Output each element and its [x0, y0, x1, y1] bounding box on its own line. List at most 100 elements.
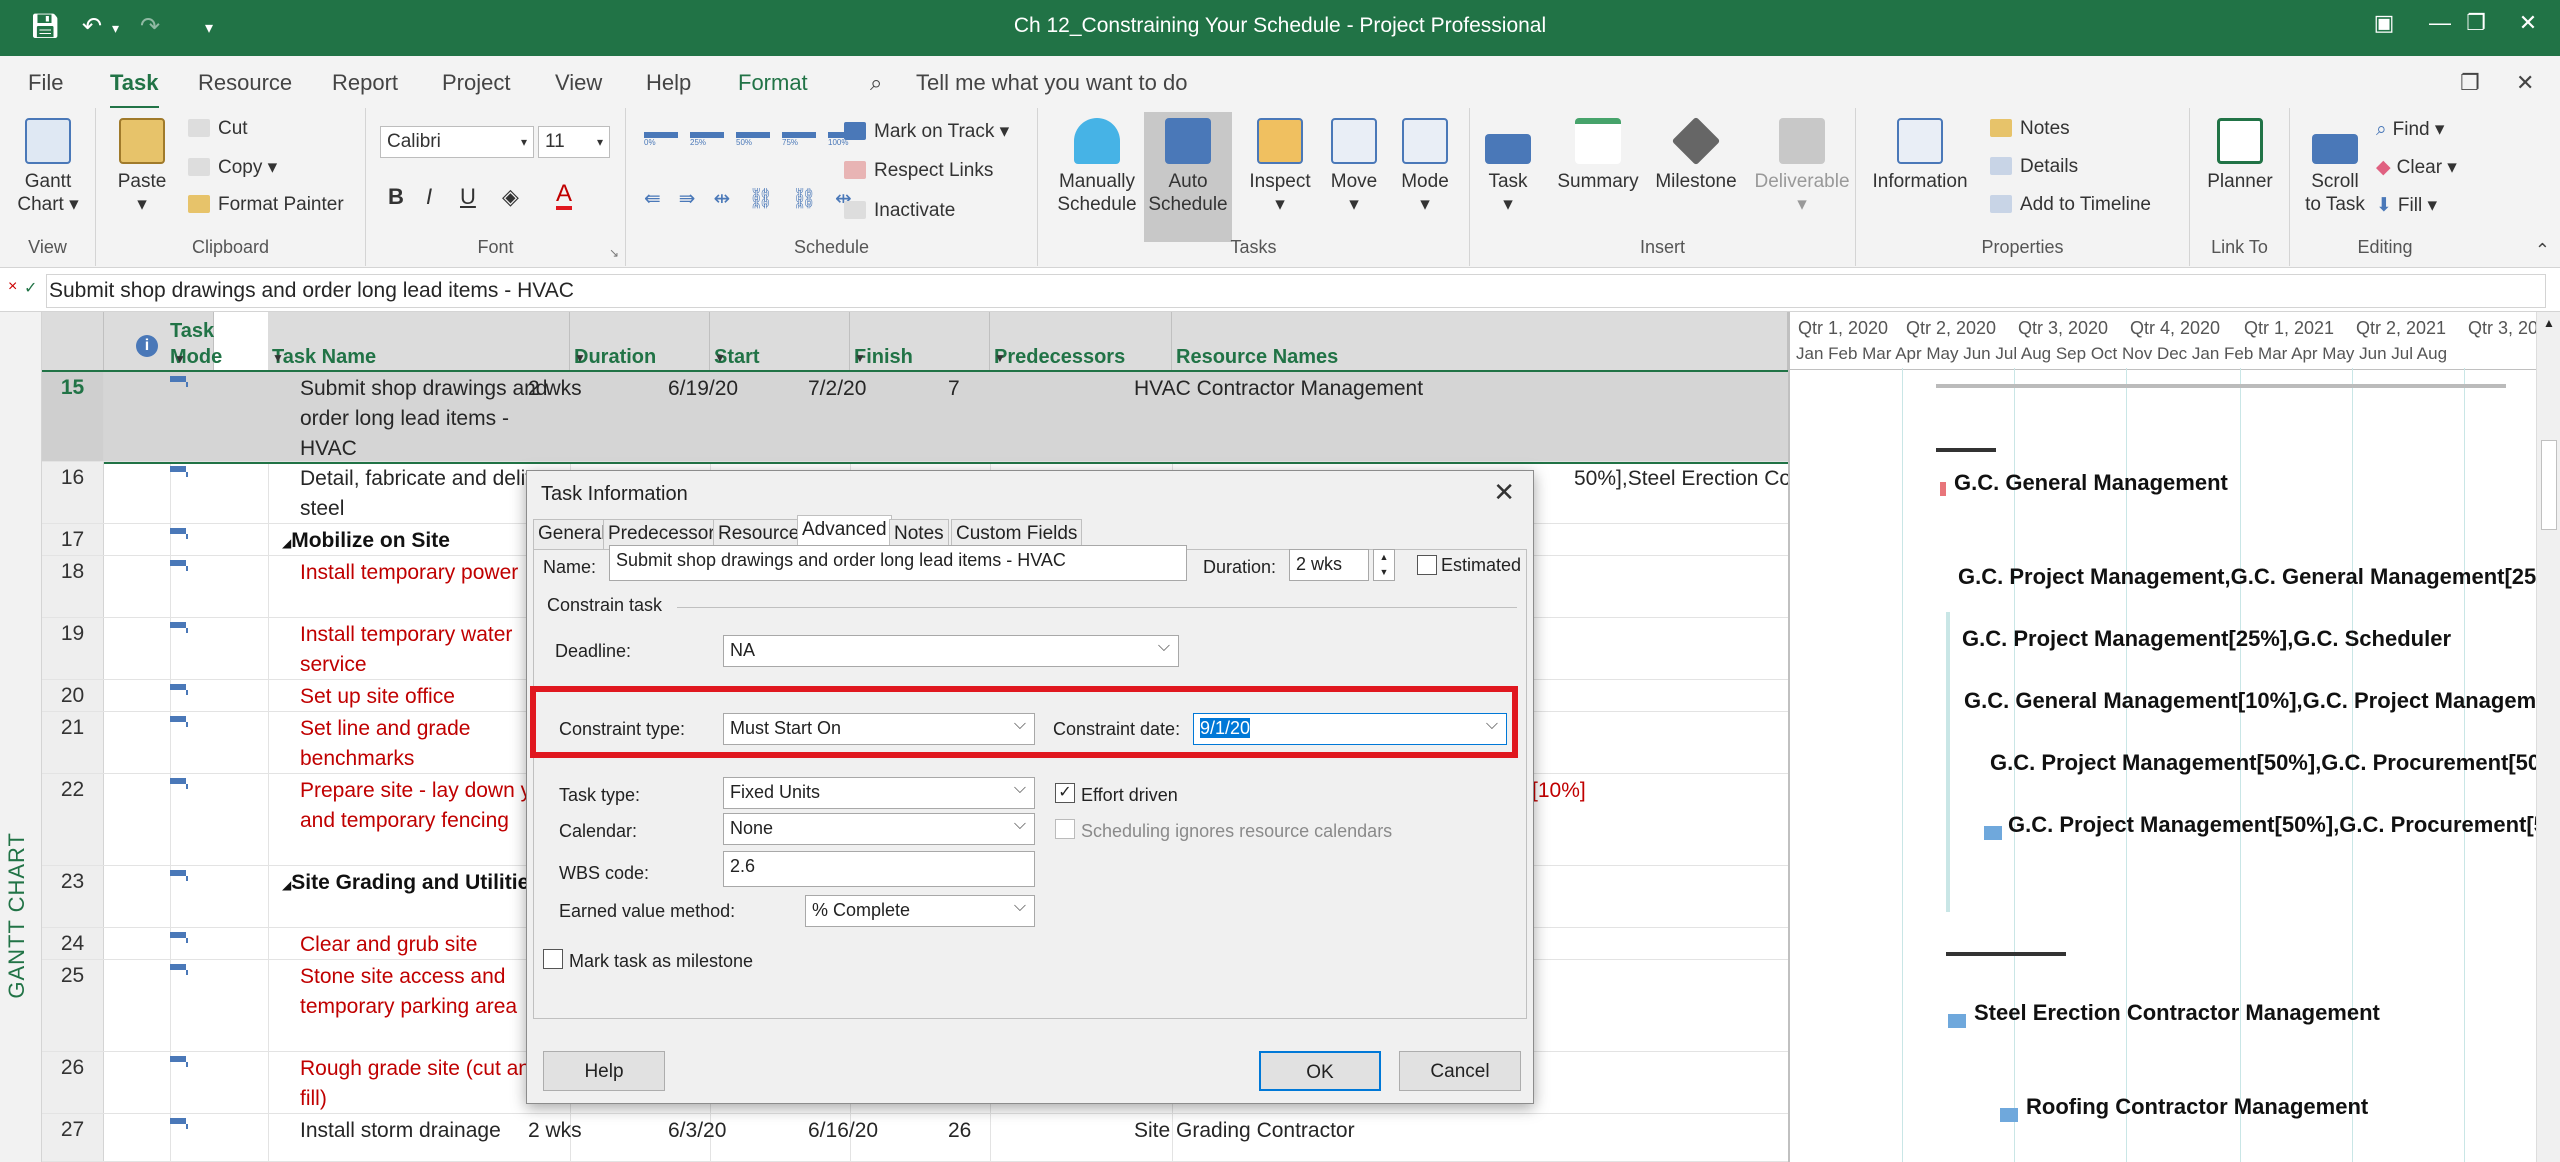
mode-button[interactable]: Mode ▾: [1390, 118, 1460, 216]
deliverable-button[interactable]: Deliverable ▾: [1750, 118, 1854, 216]
resource-cell[interactable]: 50%],Steel Erection Contr: [1574, 464, 1788, 494]
pct-0-button[interactable]: 0%: [644, 132, 678, 150]
italic-button[interactable]: I: [426, 184, 432, 210]
tab-task[interactable]: Task: [110, 70, 159, 110]
close-window-icon[interactable]: ✕: [2508, 10, 2548, 36]
help-button[interactable]: Help: [543, 1051, 665, 1091]
duration-input[interactable]: 2 wks: [1289, 549, 1369, 581]
inactivate-button[interactable]: Inactivate: [844, 200, 955, 222]
pct-25-button[interactable]: 25%: [690, 132, 724, 150]
task-name-cell[interactable]: ◢Mobilize on Site: [282, 526, 550, 558]
scroll-to-task-button[interactable]: Scroll to Task: [2296, 118, 2374, 216]
ok-button[interactable]: OK: [1259, 1051, 1381, 1091]
highlight-color-icon[interactable]: ◈: [502, 184, 519, 210]
tell-me-input[interactable]: Tell me what you want to do: [916, 70, 1187, 96]
task-bar[interactable]: [1940, 482, 1946, 496]
planner-button[interactable]: Planner: [2198, 118, 2282, 193]
tab-file[interactable]: File: [28, 70, 63, 96]
add-to-timeline-button[interactable]: Add to Timeline: [1990, 194, 2151, 216]
font-family-select[interactable]: Calibri ▾: [380, 126, 534, 158]
deadline-select[interactable]: NA ⌵: [723, 635, 1179, 667]
details-button[interactable]: Details: [1990, 156, 2078, 178]
summary-button[interactable]: Summary: [1550, 118, 1646, 193]
earned-value-select[interactable]: % Complete ⌵: [805, 895, 1035, 927]
table-row[interactable]: 27 Install storm drainage 2 wks 6/3/20 6…: [42, 1114, 1788, 1162]
font-size-select[interactable]: 11 ▾: [538, 126, 610, 158]
ribbon-display-icon[interactable]: ▣: [2364, 10, 2404, 36]
milestone-button[interactable]: Milestone: [1646, 116, 1746, 193]
finish-cell[interactable]: 6/16/20: [808, 1116, 878, 1146]
predecessors-cell[interactable]: 7: [948, 374, 960, 404]
copy-button[interactable]: Copy ▾: [188, 156, 277, 179]
resource-cell[interactable]: [10%]: [1532, 776, 1586, 806]
finish-cell[interactable]: 7/2/20: [808, 374, 866, 404]
insert-task-button[interactable]: Task ▾: [1480, 118, 1536, 216]
restore-icon[interactable]: ❐: [2456, 10, 2496, 36]
cut-button[interactable]: Cut: [188, 118, 248, 140]
duration-header[interactable]: Duration ▼: [570, 312, 710, 372]
task-bar[interactable]: [1948, 1014, 1966, 1028]
bold-button[interactable]: B: [388, 184, 404, 210]
summary-bar[interactable]: [1936, 448, 1996, 452]
tab-project[interactable]: Project: [442, 70, 510, 96]
gantt-chart-button[interactable]: Gantt Chart ▾: [10, 118, 86, 216]
close-document-icon[interactable]: ✕: [2516, 70, 2534, 96]
tab-general[interactable]: General: [533, 519, 611, 549]
move-button[interactable]: Move ▾: [1320, 118, 1388, 216]
restore-ribbon-icon[interactable]: ❐: [2460, 70, 2480, 96]
tab-report[interactable]: Report: [332, 70, 398, 96]
fill-button[interactable]: ⬇ Fill ▾: [2376, 194, 2437, 217]
dialog-close-icon[interactable]: ✕: [1493, 477, 1515, 508]
vertical-scrollbar[interactable]: ▲: [2536, 312, 2560, 1162]
project-summary-bar[interactable]: [1936, 384, 2506, 388]
entry-input[interactable]: Submit shop drawings and order long lead…: [46, 274, 2546, 308]
minimize-icon[interactable]: —: [2420, 10, 2460, 36]
respect-links-button[interactable]: Respect Links: [844, 160, 993, 182]
manually-schedule-button[interactable]: Manually Schedule: [1052, 118, 1142, 216]
start-cell[interactable]: 6/3/20: [668, 1116, 726, 1146]
task-name-cell[interactable]: ◢Site Grading and Utilities: [282, 868, 550, 900]
task-name-header[interactable]: Task Name ▼: [268, 312, 570, 372]
tell-me-search-icon[interactable]: ⌕: [870, 70, 882, 96]
tab-resource[interactable]: Resource: [198, 70, 292, 96]
finish-header[interactable]: Finish ▼: [850, 312, 990, 372]
resource-cell[interactable]: HVAC Contractor Management: [1134, 374, 1423, 404]
table-row[interactable]: 15 Submit shop drawings and order long l…: [42, 370, 1788, 464]
paste-button[interactable]: Paste ▾: [112, 118, 172, 216]
font-dialog-launcher-icon[interactable]: ↘: [609, 246, 619, 260]
duration-stepper[interactable]: ▲ ▼: [1373, 549, 1395, 581]
start-cell[interactable]: 6/19/20: [668, 374, 738, 404]
find-button[interactable]: ⌕ Find ▾: [2376, 118, 2444, 141]
task-bar[interactable]: [1984, 826, 2002, 840]
link-tools-icons[interactable]: ⇚⇛⇹⛓⛓⇹: [644, 186, 870, 211]
constraint-type-select[interactable]: Must Start On ⌵: [723, 713, 1035, 745]
duration-cell[interactable]: 2 wks: [528, 374, 582, 404]
milestone-checkbox[interactable]: [543, 949, 563, 969]
tab-help[interactable]: Help: [646, 70, 691, 96]
pct-75-button[interactable]: 75%: [782, 132, 816, 150]
underline-button[interactable]: U: [460, 184, 476, 210]
select-all-header[interactable]: [42, 312, 104, 372]
summary-bar[interactable]: [1946, 952, 2066, 956]
duration-cell[interactable]: 2 wks: [528, 1116, 582, 1146]
clear-button[interactable]: ◆ Clear ▾: [2376, 156, 2457, 179]
format-painter-button[interactable]: Format Painter: [188, 194, 344, 216]
estimated-checkbox[interactable]: [1417, 555, 1437, 575]
tab-format[interactable]: Format: [738, 70, 808, 96]
start-header[interactable]: Start ▼: [710, 312, 850, 372]
task-type-select[interactable]: Fixed Units ⌵: [723, 777, 1035, 809]
constraint-date-input[interactable]: 9/1/20 ⌵: [1193, 713, 1507, 745]
resource-names-header[interactable]: Resource Names: [1172, 312, 1788, 372]
cancel-entry-icon[interactable]: ×: [8, 278, 17, 296]
scroll-up-icon[interactable]: ▲: [2543, 316, 2555, 330]
pct-50-button[interactable]: 50%: [736, 132, 770, 150]
scrollbar-thumb[interactable]: [2541, 440, 2557, 530]
notes-button[interactable]: Notes: [1990, 118, 2070, 140]
collapse-summary-icon[interactable]: ◢: [282, 536, 291, 550]
resource-cell[interactable]: Site Grading Contractor: [1134, 1116, 1355, 1146]
predecessors-header[interactable]: Predecessors ▼: [990, 312, 1172, 372]
font-color-button[interactable]: A: [556, 182, 573, 210]
mark-on-track-button[interactable]: Mark on Track ▾: [844, 120, 1009, 143]
information-button[interactable]: Information: [1864, 118, 1976, 193]
inspect-button[interactable]: Inspect ▾: [1242, 118, 1318, 216]
